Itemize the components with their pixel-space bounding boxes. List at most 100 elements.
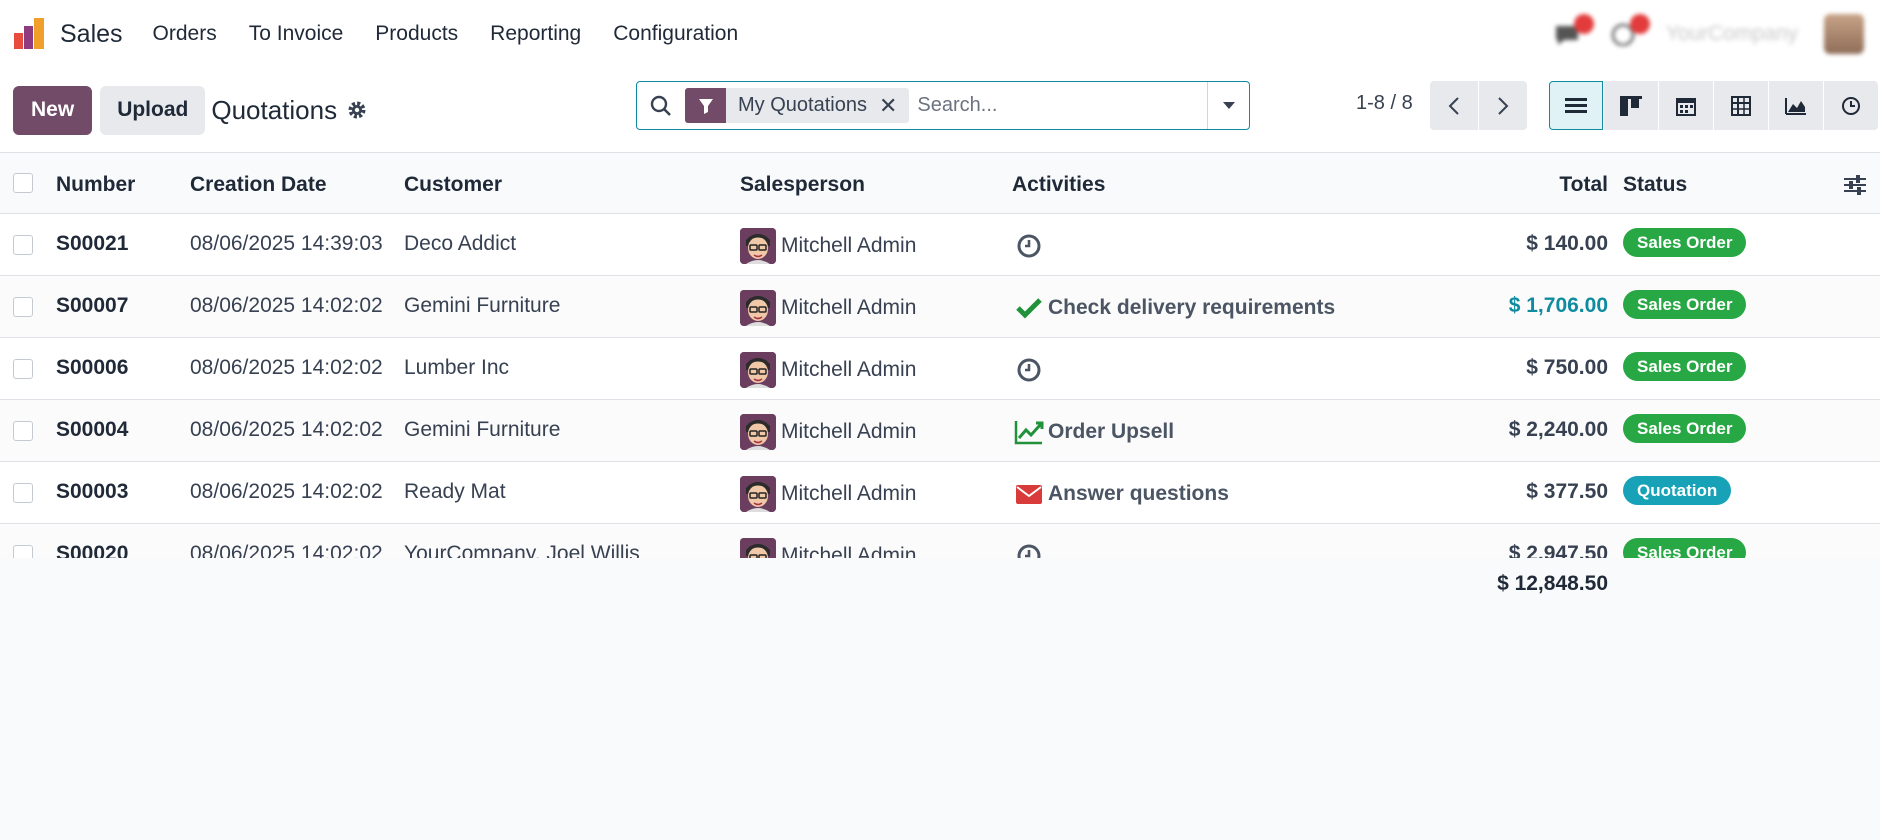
salesperson-name[interactable]: Mitchell Admin (781, 420, 916, 444)
facet-label: My Quotations (738, 94, 867, 116)
column-number[interactable]: Number (56, 173, 135, 197)
optional-columns-icon[interactable] (1844, 175, 1866, 195)
row-checkbox[interactable] (13, 297, 33, 317)
order-number: S00003 (56, 480, 129, 503)
sales-bars-icon[interactable] (12, 17, 46, 51)
customer-name: Gemini Furniture (404, 418, 561, 441)
customer-name: Lumber Inc (404, 356, 510, 379)
column-salesperson[interactable]: Salesperson (740, 173, 865, 197)
page-title: Quotations (211, 94, 338, 125)
upload-button[interactable]: Upload (100, 85, 206, 135)
empty-area (0, 710, 1880, 840)
control-panel: New Upload Quotations My Quotations ✕ 1-… (0, 68, 1880, 152)
order-number: S00021 (56, 232, 129, 255)
table-row[interactable]: S00006 08/06/2025 14:02:02 Lumber Inc Mi… (0, 338, 1880, 400)
avatar[interactable] (740, 352, 776, 388)
new-button[interactable]: New (13, 85, 93, 135)
search-bar: My Quotations ✕ (636, 81, 1250, 130)
activity[interactable] (1014, 356, 1048, 384)
salesperson-name[interactable]: Mitchell Admin (781, 358, 916, 382)
grand-total: $ 12,848.50 (1497, 572, 1608, 595)
app-name[interactable]: Sales (60, 20, 123, 49)
activity[interactable]: Order Upsell (1014, 418, 1174, 446)
top-navbar: Sales Orders To Invoice Products Reporti… (0, 0, 1880, 68)
column-total[interactable]: Total (1559, 173, 1608, 197)
pager-value[interactable]: 1-8 / 8 (1356, 92, 1413, 115)
column-customer[interactable]: Customer (404, 173, 502, 197)
activities-clock-icon[interactable] (1610, 14, 1650, 47)
row-checkbox[interactable] (13, 359, 33, 379)
status-badge: Sales Order (1623, 352, 1747, 381)
menu-configuration[interactable]: Configuration (613, 22, 738, 46)
avatar[interactable] (740, 228, 776, 264)
chevron-right-icon[interactable] (1479, 81, 1527, 130)
company-switcher[interactable]: YourCompany (1666, 22, 1798, 46)
user-avatar[interactable] (1824, 14, 1864, 54)
search-facet: My Quotations ✕ (685, 88, 910, 123)
chevron-down-icon[interactable] (1207, 82, 1249, 129)
salesperson-name[interactable]: Mitchell Admin (781, 296, 916, 320)
avatar[interactable] (740, 414, 776, 450)
status-badge: Quotation (1623, 476, 1732, 505)
kanban-view-icon[interactable] (1604, 81, 1658, 130)
close-icon[interactable]: ✕ (879, 93, 909, 119)
search-input[interactable] (917, 94, 1207, 117)
activity-view-icon[interactable] (1824, 81, 1878, 130)
avatar[interactable] (740, 290, 776, 326)
select-all-checkbox[interactable] (13, 173, 33, 193)
activity-summary[interactable]: Check delivery requirements (1048, 296, 1335, 320)
order-number: S00006 (56, 356, 129, 379)
table-row[interactable]: S00003 08/06/2025 14:02:02 Ready Mat Mit… (0, 462, 1880, 524)
order-total: $ 1,706.00 (1508, 294, 1608, 317)
avatar[interactable] (740, 476, 776, 512)
filter-icon (685, 88, 726, 123)
row-checkbox[interactable] (13, 235, 33, 255)
table-row[interactable]: S00007 08/06/2025 14:02:02 Gemini Furnit… (0, 276, 1880, 338)
order-number: S00007 (56, 294, 129, 317)
menu-products[interactable]: Products (375, 22, 458, 46)
salesperson-name[interactable]: Mitchell Admin (781, 482, 916, 506)
messages-icon[interactable] (1554, 14, 1594, 46)
menu-to-invoice[interactable]: To Invoice (249, 22, 344, 46)
table-row[interactable]: S00021 08/06/2025 14:39:03 Deco Addict M… (0, 214, 1880, 276)
search-icon[interactable] (637, 95, 685, 117)
clock-icon[interactable] (1014, 356, 1044, 384)
order-total: $ 750.00 (1526, 356, 1608, 379)
graph-view-icon[interactable] (1769, 81, 1823, 130)
creation-date: 08/06/2025 14:39:03 (190, 232, 383, 255)
activity[interactable]: Check delivery requirements (1014, 294, 1335, 322)
menu-reporting[interactable]: Reporting (490, 22, 581, 46)
clock-icon[interactable] (1014, 232, 1044, 260)
salesperson-name[interactable]: Mitchell Admin (781, 234, 916, 258)
customer-name: Ready Mat (404, 480, 506, 503)
table-footer: $ 12,848.50 (0, 558, 1880, 710)
activity[interactable] (1014, 232, 1048, 260)
order-total: $ 377.50 (1526, 480, 1608, 503)
gear-icon[interactable] (347, 100, 367, 120)
column-status[interactable]: Status (1623, 173, 1687, 197)
upsell-chart-icon[interactable] (1014, 418, 1044, 446)
pivot-view-icon[interactable] (1714, 81, 1768, 130)
envelope-icon[interactable] (1014, 480, 1044, 508)
order-total: $ 2,240.00 (1508, 418, 1608, 441)
order-total: $ 140.00 (1526, 232, 1608, 255)
activity[interactable]: Answer questions (1014, 480, 1229, 508)
table-header: Number Creation Date Customer Salesperso… (0, 152, 1880, 214)
column-activities[interactable]: Activities (1012, 173, 1105, 197)
creation-date: 08/06/2025 14:02:02 (190, 480, 383, 503)
activity-summary[interactable]: Order Upsell (1048, 420, 1174, 444)
chevron-left-icon[interactable] (1430, 81, 1478, 130)
column-creation-date[interactable]: Creation Date (190, 173, 327, 197)
creation-date: 08/06/2025 14:02:02 (190, 418, 383, 441)
check-icon[interactable] (1014, 294, 1044, 322)
creation-date: 08/06/2025 14:02:02 (190, 294, 383, 317)
row-checkbox[interactable] (13, 483, 33, 503)
menu-orders[interactable]: Orders (153, 22, 217, 46)
calendar-view-icon[interactable] (1659, 81, 1713, 130)
row-checkbox[interactable] (13, 421, 33, 441)
list-view-icon[interactable] (1549, 81, 1603, 130)
customer-name: Gemini Furniture (404, 294, 561, 317)
activity-summary[interactable]: Answer questions (1048, 482, 1229, 506)
status-badge: Sales Order (1623, 290, 1747, 319)
table-row[interactable]: S00004 08/06/2025 14:02:02 Gemini Furnit… (0, 400, 1880, 462)
